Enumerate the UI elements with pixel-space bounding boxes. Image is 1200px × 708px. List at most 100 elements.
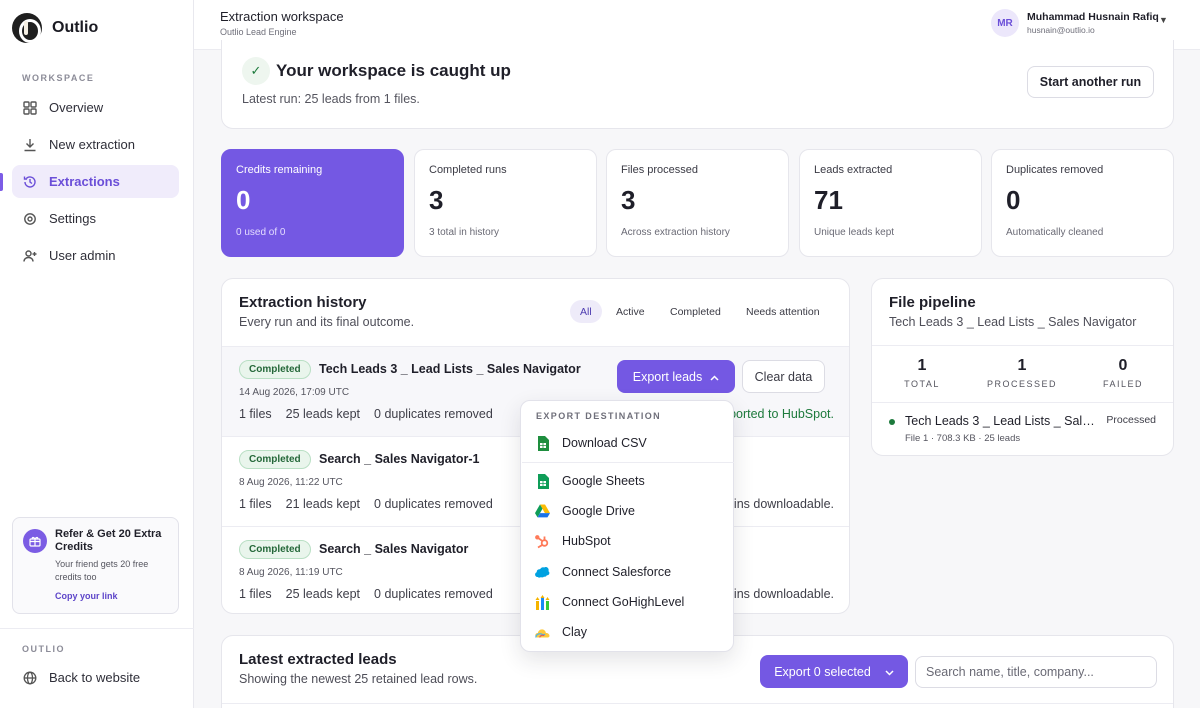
menu-item-clay[interactable]: Clay: [535, 619, 721, 645]
export-selected-button[interactable]: Export 0 selected: [760, 655, 908, 688]
back-to-website-link[interactable]: Back to website: [12, 661, 179, 694]
status-badge: Completed: [239, 450, 311, 469]
menu-item-salesforce[interactable]: Connect Salesforce: [535, 559, 721, 585]
sidebar-item-overview[interactable]: Overview: [12, 91, 179, 124]
run-status: ins downloadable.: [733, 497, 834, 511]
sidebar-item-extractions[interactable]: Extractions: [12, 165, 179, 198]
gear-icon: [22, 211, 37, 226]
menu-item-label: Download CSV: [562, 436, 647, 450]
filter-all[interactable]: All: [570, 300, 602, 323]
globe-icon: [22, 670, 37, 685]
csv-file-icon: [535, 435, 550, 451]
export-leads-button[interactable]: Export leads: [617, 360, 735, 393]
stat-files-processed: Files processed 3 Across extraction hist…: [606, 149, 789, 257]
table-divider: [222, 703, 1173, 704]
user-email: husnain@outlio.io: [1027, 25, 1095, 35]
run-duplicates: 0 duplicates removed: [374, 407, 493, 421]
menu-item-download-csv[interactable]: Download CSV: [535, 430, 721, 456]
brand-name: Outlio: [52, 19, 99, 36]
filter-needs-attention[interactable]: Needs attention: [736, 300, 830, 323]
clay-icon: [535, 625, 550, 640]
status-badge: Completed: [239, 540, 311, 559]
menu-item-label: Connect Salesforce: [562, 565, 672, 579]
stat-label: Completed runs: [429, 164, 507, 176]
pipeline-subtitle: Tech Leads 3 _ Lead Lists _ Sales Naviga…: [889, 315, 1137, 329]
sidebar-item-user-admin[interactable]: User admin: [12, 239, 179, 272]
sidebar-item-new-extraction[interactable]: New extraction: [12, 128, 179, 161]
stat-leads-extracted: Leads extracted 71 Unique leads kept: [799, 149, 982, 257]
sidebar-item-label: Extractions: [49, 174, 120, 189]
menu-label: EXPORT DESTINATION: [536, 411, 662, 421]
stat-credits-remaining: Credits remaining 0 0 used of 0: [221, 149, 404, 257]
pipeline-stat-failed: 0 FAILED: [1073, 357, 1173, 389]
status-badge: Completed: [239, 360, 311, 379]
sidebar-item-label: New extraction: [49, 137, 135, 152]
refer-card: Refer & Get 20 Extra Credits Your friend…: [12, 517, 179, 614]
start-another-run-button[interactable]: Start another run: [1027, 66, 1154, 98]
run-files: 1 files: [239, 587, 272, 601]
menu-item-label: Google Drive: [562, 504, 635, 518]
pipeline-file-name[interactable]: Tech Leads 3 _ Lead Lists _ Sales Naviga…: [905, 414, 1095, 428]
export-leads-label: Export leads: [632, 369, 703, 384]
history-title: Extraction history: [239, 294, 367, 311]
leads-subtitle: Showing the newest 25 retained lead rows…: [239, 672, 478, 686]
filter-completed[interactable]: Completed: [660, 300, 731, 323]
run-leads: 25 leads kept: [285, 407, 361, 421]
run-meta: 1 files 25 leads kept 0 duplicates remov…: [239, 407, 493, 421]
run-date: 8 Aug 2026, 11:19 UTC: [239, 567, 343, 578]
menu-item-google-sheets[interactable]: Google Sheets: [535, 468, 721, 494]
sidebar-item-label: Settings: [49, 211, 96, 226]
run-date: 8 Aug 2026, 11:22 UTC: [239, 477, 343, 488]
pipeline-stat-value: 0: [1118, 357, 1128, 374]
avatar[interactable]: MR: [991, 9, 1019, 37]
active-indicator: [0, 173, 3, 191]
menu-item-hubspot[interactable]: HubSpot: [535, 528, 721, 554]
salesforce-icon: [535, 565, 550, 580]
gohighlevel-icon: [535, 594, 550, 610]
run-files: 1 files: [239, 497, 272, 511]
brand[interactable]: Outlio: [12, 13, 98, 43]
stat-value: 3: [429, 185, 444, 215]
chevron-down-icon[interactable]: ▼: [1159, 15, 1168, 25]
stat-sub: Automatically cleaned: [1006, 227, 1104, 238]
menu-item-gohighlevel[interactable]: Connect GoHighLevel: [535, 589, 721, 615]
user-plus-icon: [22, 248, 37, 263]
stat-sub: 3 total in history: [429, 227, 500, 238]
chevron-up-icon: [710, 370, 719, 384]
back-label: Back to website: [49, 670, 141, 685]
sidebar: Outlio WORKSPACE Overview New extraction…: [0, 0, 194, 708]
run-status: ported to HubSpot.: [729, 407, 834, 421]
run-leads: 21 leads kept: [285, 497, 361, 511]
search-input[interactable]: [915, 656, 1157, 688]
pipeline-stats: 1 TOTAL 1 PROCESSED 0 FAILED: [872, 345, 1173, 403]
stat-sub: Unique leads kept: [814, 227, 895, 238]
run-name: Search _ Sales Navigator: [319, 542, 469, 556]
stat-label: Duplicates removed: [1006, 164, 1104, 176]
clear-data-button[interactable]: Clear data: [742, 360, 825, 393]
hubspot-icon: [535, 534, 550, 549]
run-name: Tech Leads 3 _ Lead Lists _ Sales Naviga…: [319, 362, 581, 376]
copy-link-button[interactable]: Copy your link: [55, 591, 118, 601]
menu-item-label: Clay: [562, 625, 588, 639]
section-label-workspace: WORKSPACE: [22, 73, 95, 83]
export-selected-label: Export 0 selected: [774, 664, 871, 679]
file-pipeline-card: File pipeline Tech Leads 3 _ Lead Lists …: [871, 278, 1174, 456]
pipeline-stat-processed: 1 PROCESSED: [972, 357, 1072, 389]
stat-completed-runs: Completed runs 3 3 total in history: [414, 149, 597, 257]
gift-icon: [23, 529, 47, 553]
user-name[interactable]: Muhammad Husnain Rafiq: [1027, 11, 1159, 23]
pipeline-stat-label: PROCESSED: [986, 379, 1057, 389]
filter-active[interactable]: Active: [606, 300, 655, 323]
menu-item-google-drive[interactable]: Google Drive: [535, 498, 721, 524]
page-title: Extraction workspace: [220, 9, 344, 24]
run-files: 1 files: [239, 407, 272, 421]
google-sheets-icon: [535, 473, 550, 489]
menu-item-label: HubSpot: [562, 534, 611, 548]
leads-title: Latest extracted leads: [239, 651, 397, 668]
sidebar-item-label: Overview: [49, 100, 104, 115]
refer-subtitle: Your friend gets 20 free credits too: [55, 559, 149, 582]
pipeline-stat-total: 1 TOTAL: [872, 357, 972, 389]
stat-value: 0: [1006, 185, 1021, 215]
outlio-logo-icon: [12, 13, 42, 43]
sidebar-item-settings[interactable]: Settings: [12, 202, 179, 235]
